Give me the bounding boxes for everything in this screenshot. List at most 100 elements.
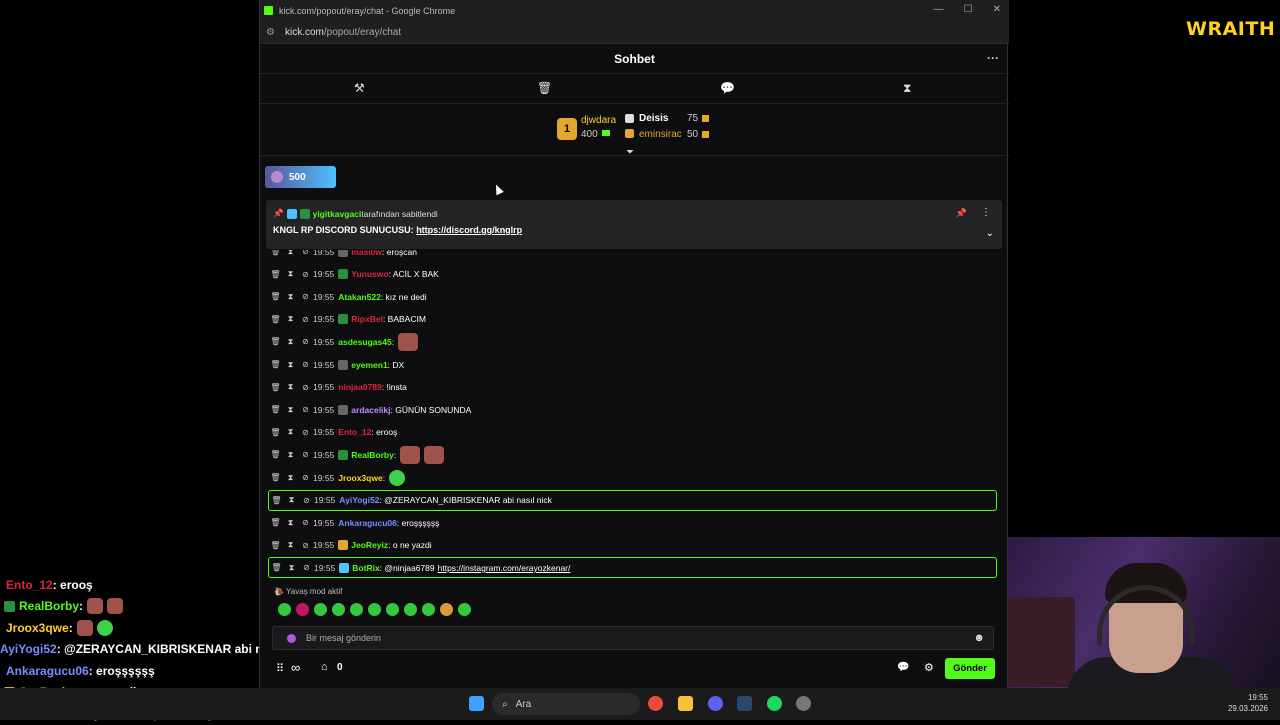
chat-message[interactable]: 🗑 ⧗ ⊘ 19:55 JeoReyiz : o ne yazdi (268, 535, 997, 556)
emote-button[interactable] (332, 603, 345, 616)
pinned-link[interactable]: https://discord.gg/knglrp (416, 225, 522, 235)
trash-icon[interactable]: 🗑 (268, 292, 283, 301)
spotify-icon[interactable] (767, 696, 782, 711)
chat-message[interactable]: 🗑 ⧗ ⊘ 19:55 ninjaa0789 : !insta (268, 377, 997, 398)
pinned-menu-icon[interactable]: ⋮ (981, 207, 991, 218)
trash-icon[interactable]: 🗑 (269, 563, 284, 572)
message-username[interactable]: Yunuswo (351, 269, 388, 279)
message-username[interactable]: BotRix (352, 563, 379, 573)
message-username[interactable]: ardacelikj (351, 405, 390, 415)
chat-message[interactable]: 🗑 ⧗ ⊘ 19:55 Atakan522 : kız ne dedi (268, 286, 997, 307)
emote-button[interactable] (422, 603, 435, 616)
trash-icon[interactable]: 🗑 (268, 337, 283, 346)
message-username[interactable]: masi0w (351, 250, 382, 257)
message-username[interactable]: Atakan522 (338, 292, 381, 302)
hourglass-icon[interactable]: ⧗ (903, 81, 911, 96)
chat-message[interactable]: 🗑 ⧗ ⊘ 19:55 Ento_12 : erooş (268, 422, 997, 443)
ban-icon[interactable]: ⊘ (298, 428, 313, 437)
trash-icon[interactable]: 🗑 (268, 405, 283, 414)
hourglass-icon[interactable]: ⧗ (283, 427, 298, 437)
ban-icon[interactable]: ⊘ (298, 270, 313, 279)
system-clock[interactable]: 19:55 29.03.2026 (1222, 692, 1268, 714)
ban-icon[interactable]: ⊘ (298, 250, 313, 256)
trash-icon[interactable]: 🗑 (268, 541, 283, 550)
hourglass-icon[interactable]: ⧗ (283, 518, 298, 528)
trash-icon[interactable]: 🗑 (269, 496, 284, 505)
ban-icon[interactable]: ⊘ (298, 315, 313, 324)
ban-icon[interactable]: ⊘ (298, 541, 313, 550)
minimize-button[interactable]: — (934, 4, 944, 15)
chevron-down-icon[interactable]: ⌄ (986, 228, 994, 239)
leader-1-name[interactable]: djwdara (581, 115, 616, 126)
message-username[interactable]: AyiYogi52 (339, 495, 379, 505)
chat-message[interactable]: 🗑 ⧗ ⊘ 19:55 RealBorby : (268, 444, 997, 465)
emote-button[interactable] (350, 603, 363, 616)
pinned-by-user[interactable]: yigitkavgaci (313, 209, 362, 219)
hourglass-icon[interactable]: ⧗ (284, 563, 299, 573)
hourglass-icon[interactable]: ⧗ (283, 405, 298, 415)
taskbar-search[interactable]: ⌕ Ara (492, 693, 640, 715)
emoji-icon[interactable]: ☻ (973, 632, 985, 644)
site-settings-icon[interactable]: ⚙ (266, 27, 275, 38)
ban-icon[interactable]: ⊘ (298, 473, 313, 482)
hourglass-icon[interactable]: ⧗ (283, 269, 298, 279)
ban-icon[interactable]: ⊘ (298, 337, 313, 346)
message-username[interactable]: Jroox3qwe (338, 473, 382, 483)
message-username[interactable]: asdesugas45 (338, 337, 391, 347)
chrome-icon[interactable] (648, 696, 663, 711)
message-link[interactable]: https://instagram.com/erayozkenar/ (438, 563, 571, 573)
trash-icon[interactable]: 🗑 (268, 270, 283, 279)
chat-message[interactable]: 🗑 ⧗ ⊘ 19:55 Yunuswo : ACİL X BAK (268, 264, 997, 285)
hourglass-icon[interactable]: ⧗ (283, 473, 298, 483)
chat-bubble-icon[interactable]: 💬 (897, 662, 909, 673)
ban-icon[interactable]: ⊘ (299, 563, 314, 572)
chat-message[interactable]: 🗑 ⧗ ⊘ 19:55 Jroox3qwe : (268, 467, 997, 488)
trash-icon[interactable]: 🗑 (268, 250, 283, 256)
trash-icon[interactable]: 🗑 (268, 360, 283, 369)
trash-icon[interactable]: 🗑 (268, 383, 283, 392)
message-username[interactable]: RealBorby (351, 450, 394, 460)
gift-progress[interactable]: 500 (265, 166, 336, 188)
chat-message[interactable]: 🗑 ⧗ ⊘ 19:55 BotRix : @ninjaa6789 https:/… (268, 557, 997, 579)
emote-button[interactable] (404, 603, 417, 616)
ban-icon[interactable]: ⊘ (299, 496, 314, 505)
hourglass-icon[interactable]: ⧗ (283, 382, 298, 392)
emote-button[interactable] (440, 603, 453, 616)
chat-message[interactable]: 🗑 ⧗ ⊘ 19:55 masi0w : eroşcan (268, 250, 997, 262)
users-icon[interactable]: ⠿ (276, 662, 284, 675)
message-username[interactable]: eyemen1 (351, 360, 387, 370)
hourglass-icon[interactable]: ⧗ (283, 314, 298, 324)
hourglass-icon[interactable]: ⧗ (283, 292, 298, 302)
emote-button[interactable] (314, 603, 327, 616)
trash-icon[interactable]: 🗑 (268, 450, 283, 459)
hourglass-icon[interactable]: ⧗ (283, 450, 298, 460)
mic-icon[interactable] (287, 633, 296, 643)
chat-message[interactable]: 🗑 ⧗ ⊘ 19:55 asdesugas45 : (268, 331, 997, 352)
start-icon[interactable] (469, 696, 484, 711)
ban-icon[interactable]: ⊘ (298, 405, 313, 414)
chat-message[interactable]: 🗑 ⧗ ⊘ 19:55 AyiYogi52 : @ZERAYCAN_KIBRIS… (268, 489, 997, 511)
ban-icon[interactable]: ⊘ (298, 450, 313, 459)
chat-message[interactable]: 🗑 ⧗ ⊘ 19:55 RipxBel : BABACIM (268, 309, 997, 330)
chat-bubble-icon[interactable]: 💬 (720, 81, 735, 95)
hourglass-icon[interactable]: ⧗ (283, 540, 298, 550)
trash-icon[interactable]: 🗑 (537, 81, 552, 95)
hourglass-icon[interactable]: ⧗ (283, 250, 298, 257)
ban-icon[interactable]: ⊘ (298, 518, 313, 527)
emote-button[interactable] (278, 603, 291, 616)
shop-icon[interactable]: ⌂ (321, 661, 328, 673)
ban-icon[interactable]: ⊘ (298, 292, 313, 301)
leader-3-name[interactable]: eminsirac (639, 129, 682, 140)
trash-icon[interactable]: 🗑 (268, 428, 283, 437)
chat-message[interactable]: 🗑 ⧗ ⊘ 19:55 eyemen1 : DX (268, 354, 997, 375)
unpin-icon[interactable]: 📌 (956, 208, 967, 219)
discord-icon[interactable] (708, 696, 723, 711)
message-username[interactable]: JeoReyiz (351, 540, 388, 550)
message-username[interactable]: ninjaa0789 (338, 382, 381, 392)
hammer-icon[interactable]: ⚒ (354, 81, 365, 95)
send-button[interactable]: Gönder (945, 658, 995, 679)
emote-button[interactable] (296, 603, 309, 616)
trash-icon[interactable]: 🗑 (268, 518, 283, 527)
chat-message[interactable]: 🗑 ⧗ ⊘ 19:55 Ankaragucu06 : eroşşşşşş (268, 512, 997, 533)
ban-icon[interactable]: ⊘ (298, 360, 313, 369)
